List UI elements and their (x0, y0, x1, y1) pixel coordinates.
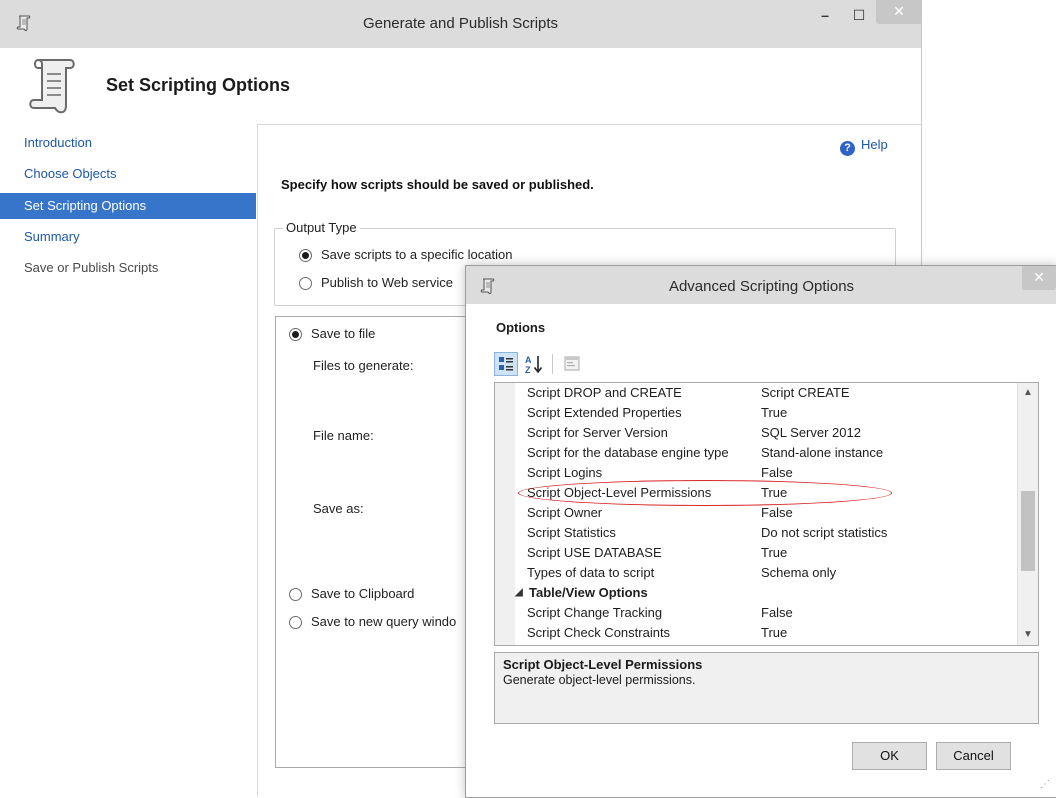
description-title: Script Object-Level Permissions (503, 657, 703, 672)
property-row[interactable]: Script for Server Version SQL Server 2012 (515, 423, 1017, 443)
help-link[interactable]: ? Help (840, 136, 888, 156)
category-row-table-view-options[interactable]: ◢ Table/View Options (515, 583, 1017, 603)
help-icon: ? (840, 141, 855, 156)
resize-grip-icon[interactable]: ⋰ (1040, 778, 1054, 792)
sidebar-item-choose-objects[interactable]: Choose Objects (0, 161, 256, 187)
save-to-clipboard-radio[interactable] (289, 588, 302, 601)
dialog-close-button[interactable]: ✕ (1022, 266, 1056, 290)
property-value[interactable]: SQL Server 2012 (761, 423, 861, 443)
property-row[interactable]: Script Statistics Do not script statistic… (515, 523, 1017, 543)
cancel-button[interactable]: Cancel (936, 742, 1011, 770)
alphabetical-button[interactable]: A Z (522, 352, 546, 376)
categorized-button[interactable] (494, 352, 518, 376)
scroll-up-icon[interactable]: ▲ (1018, 383, 1038, 403)
property-name: Script for the database engine type (527, 445, 729, 460)
close-button[interactable]: ✕ (876, 0, 922, 24)
property-row[interactable]: Script USE DATABASE True (515, 543, 1017, 563)
property-value[interactable]: Script CREATE (761, 383, 850, 403)
property-name: Script Logins (527, 465, 603, 480)
property-row[interactable]: Script for the database engine type Stand… (515, 443, 1017, 463)
options-heading: Options (496, 320, 546, 335)
property-row[interactable]: Types of data to script Schema only (515, 563, 1017, 583)
publish-web-label: Publish to Web service (321, 275, 453, 290)
property-name: Script DROP and CREATE (527, 385, 682, 400)
property-pages-icon (564, 356, 580, 371)
svg-text:Z: Z (525, 365, 531, 375)
ok-button[interactable]: OK (852, 742, 927, 770)
property-value[interactable]: False (761, 503, 793, 523)
file-name-label: File name: (313, 428, 374, 443)
advanced-scripting-options-dialog: Advanced Scripting Options ✕ Options A Z (465, 265, 1056, 798)
sort-alpha-icon: A Z (525, 355, 543, 375)
collapse-arrow-icon[interactable]: ◢ (515, 583, 523, 603)
vertical-scrollbar[interactable]: ▲ ▼ (1017, 383, 1038, 645)
property-name: Script Owner (527, 505, 603, 520)
property-row[interactable]: Script Check Constraints True (515, 623, 1017, 643)
svg-text:A: A (525, 355, 532, 365)
property-name: Script Statistics (527, 525, 616, 540)
description-panel: Script Object-Level Permissions Generate… (494, 652, 1039, 724)
save-to-clipboard-label: Save to Clipboard (311, 586, 415, 601)
minimize-button[interactable]: – (808, 0, 842, 30)
property-name: Script USE DATABASE (527, 545, 662, 560)
save-to-file-label: Save to file (311, 326, 376, 341)
property-row-selected[interactable]: Script Object-Level Permissions True (515, 483, 1017, 503)
sidebar-item-save-or-publish: Save or Publish Scripts (24, 260, 159, 275)
save-as-label: Save as: (313, 501, 364, 516)
sidebar-item-set-scripting-options[interactable]: Set Scripting Options (0, 193, 256, 219)
property-row[interactable]: Script Owner False (515, 503, 1017, 523)
scroll-down-icon[interactable]: ▼ (1018, 625, 1038, 645)
property-name: Script Object-Level Permissions (527, 485, 712, 500)
property-value[interactable]: False (761, 463, 793, 483)
property-value[interactable]: Schema only (761, 563, 836, 583)
grid-gutter (495, 383, 515, 645)
save-location-label: Save scripts to a specific location (321, 247, 513, 262)
dialog-title: Advanced Scripting Options (668, 278, 855, 295)
description-text: Generate object-level permissions. (503, 673, 696, 687)
output-type-legend: Output Type (283, 220, 360, 235)
property-grid[interactable]: Script DROP and CREATE Script CREATE Scri… (494, 382, 1039, 646)
property-row[interactable]: Script Change Tracking False (515, 603, 1017, 623)
save-to-query-window-radio[interactable] (289, 616, 302, 629)
property-row[interactable]: Script Logins False (515, 463, 1017, 483)
property-row[interactable]: Script DROP and CREATE Script CREATE (515, 383, 1017, 403)
scroll-icon (29, 59, 75, 114)
property-pages-button[interactable] (560, 352, 584, 376)
help-label: Help (861, 137, 888, 152)
property-row[interactable]: Script Extended Properties True (515, 403, 1017, 423)
save-to-file-radio[interactable] (289, 328, 302, 341)
category-name: Table/View Options (529, 585, 648, 600)
property-value[interactable]: False (761, 603, 793, 623)
toolbar-separator (552, 354, 553, 374)
sidebar-item-introduction[interactable]: Introduction (0, 130, 256, 156)
property-value[interactable]: True (761, 623, 787, 643)
property-name: Types of data to script (527, 565, 655, 580)
maximize-button[interactable]: ☐ (842, 0, 876, 30)
categorized-icon (499, 357, 513, 371)
property-value[interactable]: True (761, 403, 787, 423)
property-value[interactable]: Stand-alone instance (761, 443, 883, 463)
save-location-radio[interactable] (299, 249, 312, 262)
window-title: Generate and Publish Scripts (362, 15, 559, 32)
property-name: Script Check Constraints (527, 625, 671, 640)
instruction-text: Specify how scripts should be saved or p… (281, 177, 594, 192)
sidebar-item-summary[interactable]: Summary (0, 224, 256, 250)
property-name: Script Change Tracking (527, 605, 663, 620)
scroll-thumb[interactable] (1021, 491, 1035, 571)
property-name: Script for Server Version (527, 425, 668, 440)
property-name: Script Extended Properties (527, 405, 682, 420)
property-value[interactable]: True (761, 483, 787, 503)
property-value[interactable]: Do not script statistics (761, 523, 887, 543)
page-title: Set Scripting Options (106, 75, 291, 95)
save-to-query-window-label: Save to new query windo (311, 614, 457, 629)
property-value[interactable]: True (761, 543, 787, 563)
publish-web-radio[interactable] (299, 277, 312, 290)
files-to-generate-label: Files to generate: (313, 358, 414, 373)
